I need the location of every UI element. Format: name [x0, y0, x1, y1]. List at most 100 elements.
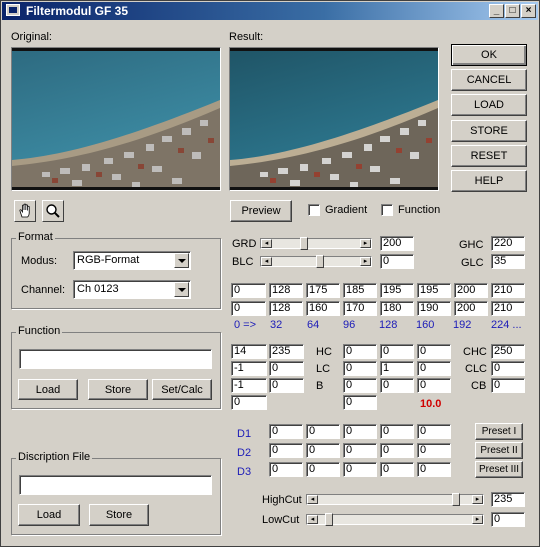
d-filter-field[interactable]: 0 — [269, 443, 303, 458]
chevron-down-icon[interactable] — [174, 282, 189, 297]
matrix-cell[interactable]: 0 — [343, 344, 377, 359]
blc-slider-thumb[interactable] — [316, 255, 324, 268]
matrix-cell[interactable]: 1 — [380, 361, 414, 376]
original-image[interactable] — [11, 47, 221, 191]
arrow-right-icon[interactable]: ▸ — [472, 515, 483, 524]
arrow-right-icon[interactable]: ▸ — [360, 257, 371, 266]
cancel-button[interactable]: CANCEL — [451, 69, 527, 91]
close-button[interactable]: × — [521, 4, 536, 18]
glc-value[interactable]: 35 — [491, 254, 525, 269]
load-button[interactable]: LOAD — [451, 94, 527, 116]
preset-button[interactable]: Preset I — [475, 423, 523, 440]
highcut-value[interactable]: 235 — [491, 492, 525, 507]
matrix-col2-field[interactable]: 235 — [269, 344, 304, 359]
zoom-tool-button[interactable] — [42, 200, 64, 222]
matrix-cell[interactable]: 0 — [380, 344, 414, 359]
d-filter-field[interactable]: 0 — [269, 462, 303, 477]
d-filter-field[interactable]: 0 — [417, 443, 451, 458]
arrow-right-icon[interactable]: ▸ — [472, 495, 483, 504]
preview-button[interactable]: Preview — [230, 200, 292, 222]
function-store-button[interactable]: Store — [88, 379, 148, 400]
curve-value-field[interactable]: 0 — [231, 301, 266, 316]
matrix-right-field[interactable]: 250 — [491, 344, 525, 359]
curve-value-field[interactable]: 160 — [306, 301, 340, 316]
help-button[interactable]: HELP — [451, 170, 527, 192]
curve-value-field[interactable]: 180 — [380, 301, 414, 316]
matrix-col2-field[interactable]: 0 — [269, 378, 304, 393]
d-filter-field[interactable]: 0 — [417, 424, 451, 439]
arrow-left-icon[interactable]: ◂ — [307, 495, 318, 504]
lowcut-slider-thumb[interactable] — [325, 513, 334, 526]
maximize-button[interactable]: □ — [505, 4, 520, 18]
channel-select[interactable]: Ch 0123 — [73, 280, 191, 299]
curve-value-field[interactable]: 200 — [454, 283, 488, 298]
d-filter-field[interactable]: 0 — [343, 462, 377, 477]
matrix-right-field[interactable]: 0 — [491, 378, 525, 393]
curve-value-field[interactable]: 170 — [343, 301, 377, 316]
curve-value-field[interactable]: 128 — [269, 283, 303, 298]
highcut-slider[interactable]: ◂ ▸ — [306, 493, 484, 506]
preset-button[interactable]: Preset III — [475, 461, 523, 478]
matrix-cell[interactable]: 0 — [380, 378, 414, 393]
matrix-cell[interactable]: 0 — [343, 378, 377, 393]
matrix-right-field[interactable]: 0 — [491, 361, 525, 376]
grd-value[interactable]: 200 — [380, 236, 414, 251]
function-checkbox[interactable] — [381, 204, 393, 216]
arrow-right-icon[interactable]: ▸ — [360, 239, 371, 248]
matrix-extra-field[interactable]: 0 — [343, 395, 377, 410]
reset-button[interactable]: RESET — [451, 145, 527, 167]
store-button[interactable]: STORE — [451, 120, 527, 142]
curve-value-field[interactable]: 200 — [454, 301, 488, 316]
matrix-cell[interactable]: 0 — [343, 361, 377, 376]
hand-tool-button[interactable] — [14, 200, 36, 222]
matrix-cell[interactable]: 0 — [417, 378, 451, 393]
d-filter-field[interactable]: 0 — [269, 424, 303, 439]
lowcut-value[interactable]: 0 — [491, 512, 525, 527]
ok-button[interactable]: OK — [451, 44, 527, 66]
title-bar[interactable]: Filtermodul GF 35 _ □ × — [2, 2, 538, 20]
highcut-slider-thumb[interactable] — [452, 493, 461, 506]
matrix-col2-field[interactable]: 0 — [269, 361, 304, 376]
grd-slider-thumb[interactable] — [300, 237, 308, 250]
chevron-down-icon[interactable] — [174, 253, 189, 268]
modus-select[interactable]: RGB-Format — [73, 251, 191, 270]
matrix-col1-field[interactable]: -1 — [231, 361, 267, 376]
function-load-button[interactable]: Load — [18, 379, 78, 400]
d-filter-field[interactable]: 0 — [343, 443, 377, 458]
d-filter-field[interactable]: 0 — [380, 424, 414, 439]
blc-value[interactable]: 0 — [380, 254, 414, 269]
curve-value-field[interactable]: 195 — [380, 283, 414, 298]
matrix-cell[interactable]: 0 — [417, 361, 451, 376]
curve-value-field[interactable]: 210 — [491, 283, 525, 298]
matrix-col1-field[interactable]: 0 — [231, 395, 267, 410]
matrix-col1-field[interactable]: -1 — [231, 378, 267, 393]
lowcut-slider[interactable]: ◂ ▸ — [306, 513, 484, 526]
d-filter-field[interactable]: 0 — [380, 443, 414, 458]
curve-value-field[interactable]: 185 — [343, 283, 377, 298]
description-load-button[interactable]: Load — [18, 504, 80, 526]
preset-button[interactable]: Preset II — [475, 442, 523, 459]
curve-value-field[interactable]: 175 — [306, 283, 340, 298]
gradient-checkbox[interactable] — [308, 204, 320, 216]
function-input[interactable] — [19, 349, 212, 369]
curve-value-field[interactable]: 190 — [417, 301, 451, 316]
curve-value-field[interactable]: 128 — [269, 301, 303, 316]
d-filter-field[interactable]: 0 — [343, 424, 377, 439]
arrow-left-icon[interactable]: ◂ — [307, 515, 318, 524]
d-filter-field[interactable]: 0 — [306, 443, 340, 458]
curve-value-field[interactable]: 210 — [491, 301, 525, 316]
matrix-col1-field[interactable]: 14 — [231, 344, 267, 359]
d-filter-field[interactable]: 0 — [306, 462, 340, 477]
d-filter-field[interactable]: 0 — [380, 462, 414, 477]
curve-value-field[interactable]: 195 — [417, 283, 451, 298]
description-store-button[interactable]: Store — [89, 504, 149, 526]
d-filter-field[interactable]: 0 — [306, 424, 340, 439]
grd-slider[interactable]: ◂ ▸ — [260, 237, 372, 250]
minimize-button[interactable]: _ — [489, 4, 504, 18]
arrow-left-icon[interactable]: ◂ — [261, 239, 272, 248]
arrow-left-icon[interactable]: ◂ — [261, 257, 272, 266]
result-image[interactable] — [229, 47, 439, 191]
d-filter-field[interactable]: 0 — [417, 462, 451, 477]
description-file-input[interactable] — [19, 475, 212, 495]
matrix-cell[interactable]: 0 — [417, 344, 451, 359]
